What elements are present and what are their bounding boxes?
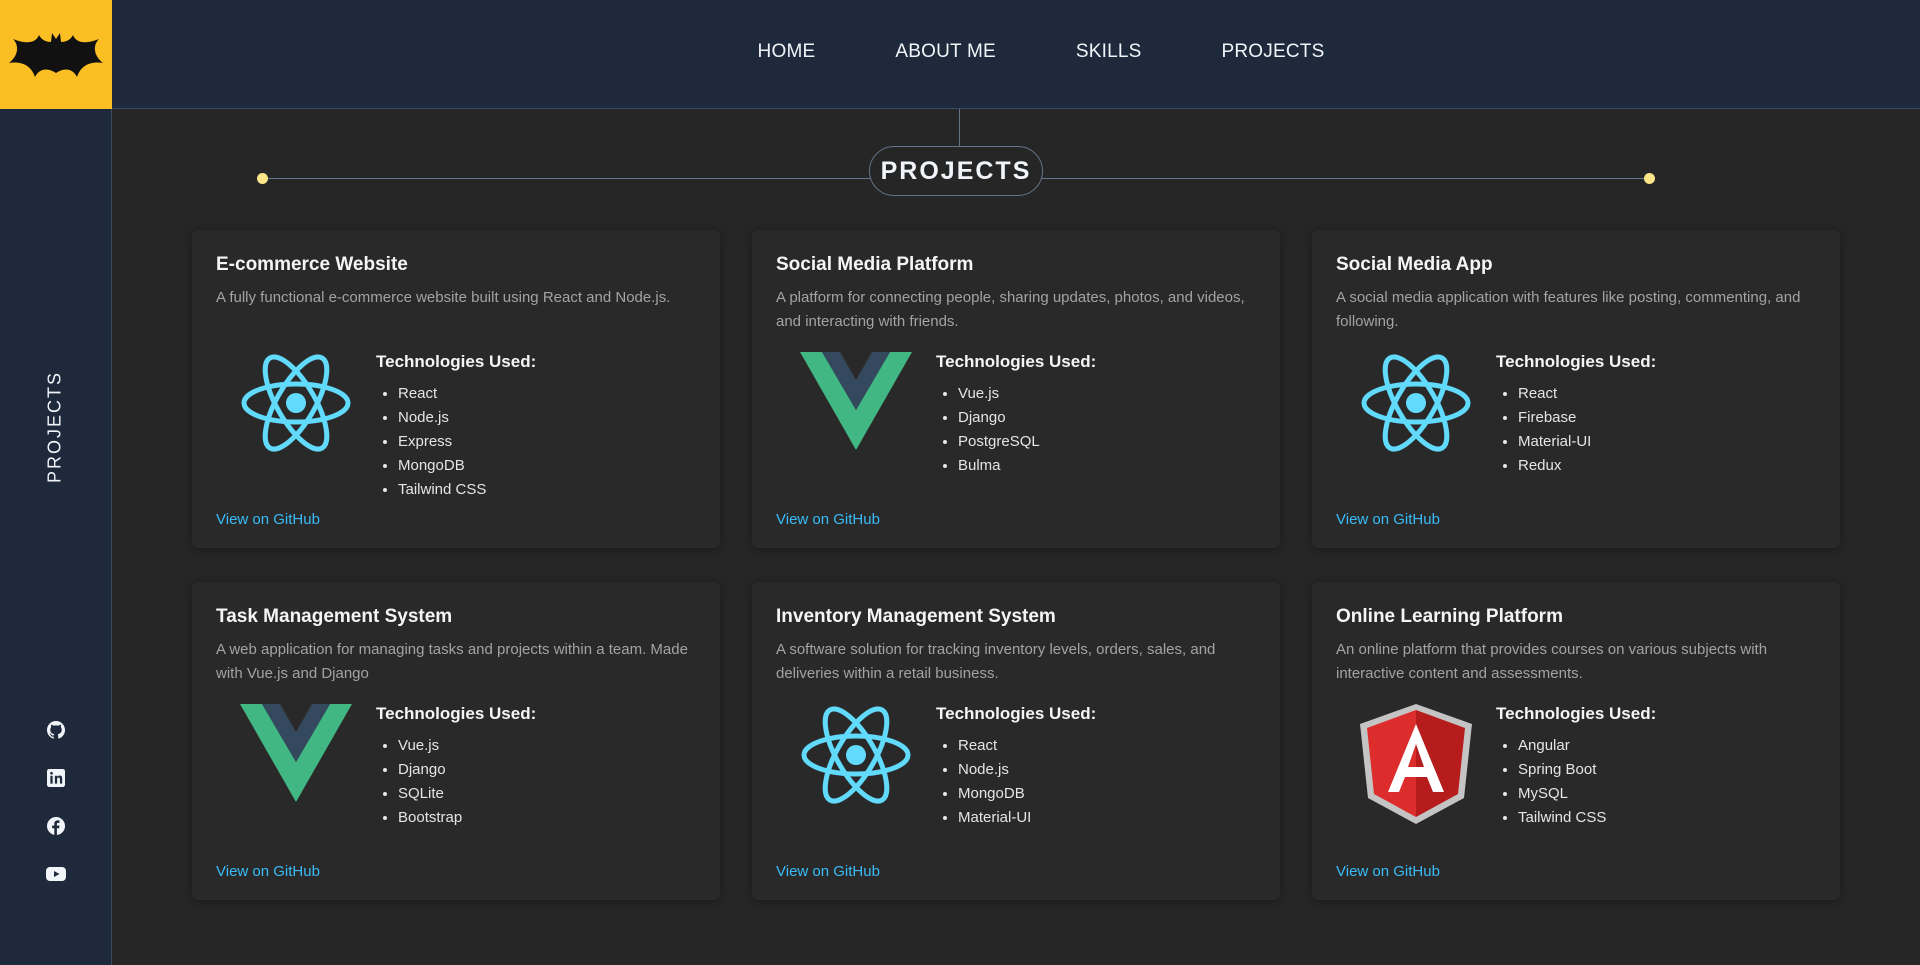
view-on-github-link[interactable]: View on GitHub bbox=[776, 511, 880, 528]
technologies-section: Technologies Used: ReactNode.jsExpressMo… bbox=[376, 348, 536, 502]
github-icon[interactable] bbox=[46, 720, 66, 740]
technologies-section: Technologies Used: AngularSpring BootMyS… bbox=[1496, 700, 1656, 830]
facebook-icon[interactable] bbox=[46, 816, 66, 836]
view-on-github-link[interactable]: View on GitHub bbox=[216, 863, 320, 880]
technology-item: Angular bbox=[1518, 734, 1656, 758]
technology-item: Node.js bbox=[958, 758, 1096, 782]
react-logo-icon bbox=[776, 700, 936, 818]
technologies-section: Technologies Used: Vue.jsDjangoSQLiteBoo… bbox=[376, 700, 536, 830]
technology-item: Material-UI bbox=[958, 806, 1096, 830]
section-title: PROJECTS bbox=[869, 146, 1043, 196]
project-card: Social Media App A social media applicat… bbox=[1312, 230, 1840, 548]
technology-item: Redux bbox=[1518, 454, 1656, 478]
technology-item: PostgreSQL bbox=[958, 430, 1096, 454]
project-description: An online platform that provides courses… bbox=[1336, 641, 1768, 682]
technologies-list: ReactFirebaseMaterial-UIRedux bbox=[1496, 382, 1656, 478]
project-title: Social Media Platform bbox=[776, 254, 974, 275]
vue-logo-icon bbox=[776, 348, 936, 466]
main-nav: HOME ABOUT ME SKILLS PROJECTS bbox=[112, 0, 1920, 104]
react-logo-icon bbox=[216, 348, 376, 466]
view-on-github-link[interactable]: View on GitHub bbox=[216, 511, 320, 528]
technology-item: Tailwind CSS bbox=[398, 478, 536, 502]
technologies-list: Vue.jsDjangoSQLiteBootstrap bbox=[376, 734, 536, 830]
technology-item: Vue.js bbox=[398, 734, 536, 758]
nav-skills[interactable]: SKILLS bbox=[1076, 41, 1142, 63]
project-card: Inventory Management System A software s… bbox=[752, 582, 1280, 900]
technologies-list: Vue.jsDjangoPostgreSQLBulma bbox=[936, 382, 1096, 478]
technologies-heading: Technologies Used: bbox=[376, 352, 537, 371]
technologies-section: Technologies Used: ReactNode.jsMongoDBMa… bbox=[936, 700, 1096, 830]
vue-logo-icon bbox=[216, 700, 376, 818]
technologies-heading: Technologies Used: bbox=[376, 704, 537, 723]
project-body: Technologies Used: AngularSpring BootMyS… bbox=[1336, 700, 1816, 830]
technology-item: Vue.js bbox=[958, 382, 1096, 406]
react-logo-icon bbox=[1336, 348, 1496, 466]
project-title: Social Media App bbox=[1336, 254, 1493, 275]
view-on-github-link[interactable]: View on GitHub bbox=[1336, 511, 1440, 528]
technology-item: Bootstrap bbox=[398, 806, 536, 830]
project-title: Task Management System bbox=[216, 606, 453, 627]
project-body: Technologies Used: ReactNode.jsMongoDBMa… bbox=[776, 700, 1256, 830]
technologies-heading: Technologies Used: bbox=[936, 352, 1097, 371]
project-body: Technologies Used: Vue.jsDjangoSQLiteBoo… bbox=[216, 700, 696, 830]
technology-item: Tailwind CSS bbox=[1518, 806, 1656, 830]
technologies-heading: Technologies Used: bbox=[1496, 352, 1657, 371]
project-description: A fully functional e-commerce website bu… bbox=[216, 289, 671, 306]
bat-logo-icon bbox=[9, 32, 103, 77]
sidebar-section-label: PROJECTS bbox=[44, 370, 65, 484]
technology-item: Express bbox=[398, 430, 536, 454]
technology-item: MongoDB bbox=[398, 454, 536, 478]
technologies-heading: Technologies Used: bbox=[1496, 704, 1657, 723]
project-description: A social media application with features… bbox=[1336, 289, 1801, 330]
technology-item: React bbox=[1518, 382, 1656, 406]
view-on-github-link[interactable]: View on GitHub bbox=[776, 863, 880, 880]
technology-item: Django bbox=[958, 406, 1096, 430]
project-description: A software solution for tracking invento… bbox=[776, 641, 1216, 682]
technology-item: MySQL bbox=[1518, 782, 1656, 806]
project-title: Inventory Management System bbox=[776, 606, 1056, 627]
view-on-github-link[interactable]: View on GitHub bbox=[1336, 863, 1440, 880]
technologies-list: ReactNode.jsExpressMongoDBTailwind CSS bbox=[376, 382, 536, 502]
project-body: Technologies Used: ReactNode.jsExpressMo… bbox=[216, 348, 696, 502]
technology-item: Django bbox=[398, 758, 536, 782]
top-navbar: HOME ABOUT ME SKILLS PROJECTS bbox=[112, 0, 1920, 109]
technologies-heading: Technologies Used: bbox=[936, 704, 1097, 723]
technology-item: React bbox=[958, 734, 1096, 758]
project-card: E-commerce Website A fully functional e-… bbox=[192, 230, 720, 548]
divider-dot-right bbox=[1644, 173, 1655, 184]
technologies-list: ReactNode.jsMongoDBMaterial-UI bbox=[936, 734, 1096, 830]
technology-item: Material-UI bbox=[1518, 430, 1656, 454]
nav-projects[interactable]: PROJECTS bbox=[1222, 41, 1325, 63]
project-card: Task Management System A web application… bbox=[192, 582, 720, 900]
project-card: Online Learning Platform An online platf… bbox=[1312, 582, 1840, 900]
project-body: Technologies Used: Vue.jsDjangoPostgreSQ… bbox=[776, 348, 1256, 478]
brand-logo[interactable] bbox=[0, 0, 112, 109]
technology-item: SQLite bbox=[398, 782, 536, 806]
technology-item: Firebase bbox=[1518, 406, 1656, 430]
technology-item: Node.js bbox=[398, 406, 536, 430]
nav-home[interactable]: HOME bbox=[758, 41, 816, 63]
project-body: Technologies Used: ReactFirebaseMaterial… bbox=[1336, 348, 1816, 478]
project-description: A web application for managing tasks and… bbox=[216, 641, 688, 682]
header-connector-line bbox=[959, 109, 960, 147]
project-description: A platform for connecting people, sharin… bbox=[776, 289, 1245, 330]
technologies-list: AngularSpring BootMySQLTailwind CSS bbox=[1496, 734, 1656, 830]
project-title: Online Learning Platform bbox=[1336, 606, 1563, 627]
linkedin-icon[interactable] bbox=[46, 768, 66, 788]
project-title: E-commerce Website bbox=[216, 254, 408, 275]
technologies-section: Technologies Used: ReactFirebaseMaterial… bbox=[1496, 348, 1656, 478]
social-links bbox=[0, 720, 112, 884]
nav-about-me[interactable]: ABOUT ME bbox=[895, 41, 996, 63]
technologies-section: Technologies Used: Vue.jsDjangoPostgreSQ… bbox=[936, 348, 1096, 478]
angular-logo-icon bbox=[1336, 700, 1496, 824]
divider-dot-left bbox=[257, 173, 268, 184]
technology-item: Bulma bbox=[958, 454, 1096, 478]
technology-item: MongoDB bbox=[958, 782, 1096, 806]
youtube-icon[interactable] bbox=[46, 864, 66, 884]
sidebar: PROJECTS bbox=[0, 109, 112, 965]
project-card: Social Media Platform A platform for con… bbox=[752, 230, 1280, 548]
technology-item: Spring Boot bbox=[1518, 758, 1656, 782]
technology-item: React bbox=[398, 382, 536, 406]
